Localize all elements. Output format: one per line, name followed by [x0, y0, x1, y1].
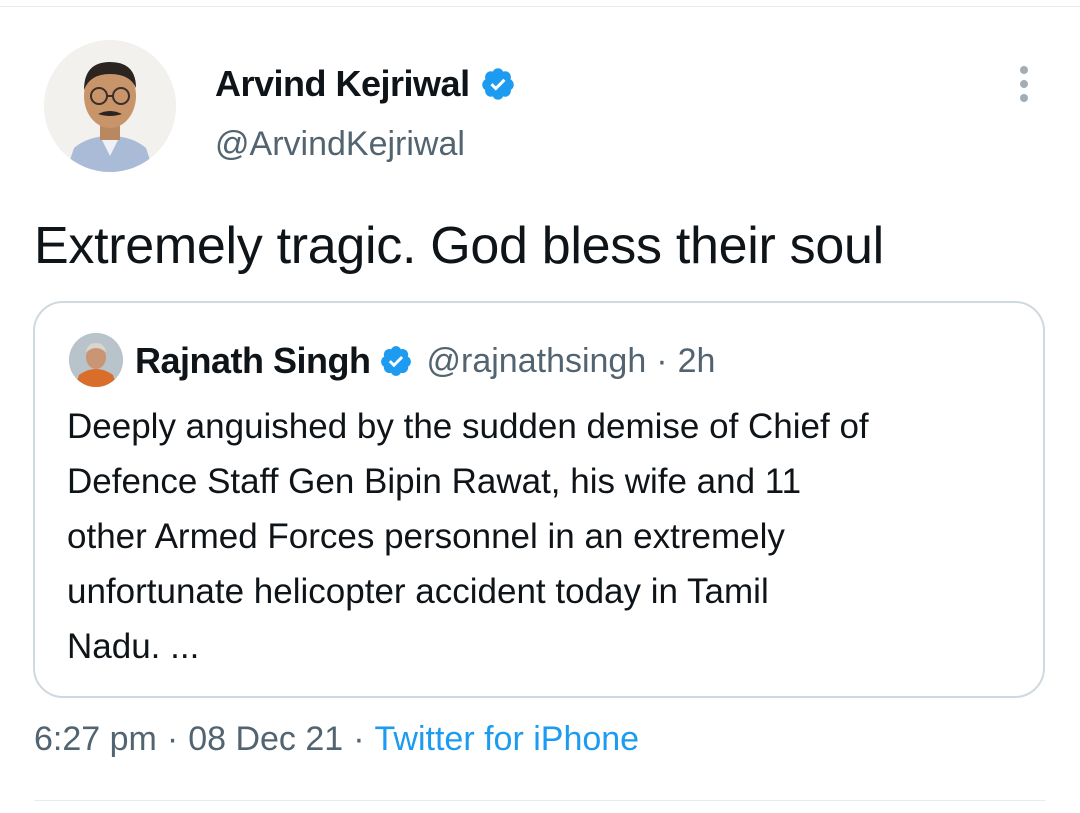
- meta-separator: ·: [166, 720, 179, 758]
- verified-badge-icon: [481, 68, 514, 100]
- bottom-divider: [34, 800, 1046, 801]
- author-display-name[interactable]: Arvind Kejriwal: [215, 63, 516, 105]
- quoted-author-avatar[interactable]: [69, 333, 123, 387]
- profile-photo-icon: [44, 40, 176, 172]
- quoted-tweet-card[interactable]: Rajnath Singh @rajnathsingh · 2h Deeply …: [33, 301, 1045, 698]
- quoted-tweet-text: Deeply anguished by the sudden demise of…: [67, 407, 869, 666]
- verified-badge-icon: [380, 346, 411, 376]
- tweet-meta: 6:27 pm · 08 Dec 21 · Twitter for iPhone: [34, 720, 639, 759]
- quoted-tweet-header: Rajnath Singh @rajnathsingh · 2h: [135, 339, 715, 383]
- quoted-author-name[interactable]: Rajnath Singh: [135, 340, 371, 382]
- quoted-author-handle[interactable]: @rajnathsingh: [427, 342, 647, 381]
- quoted-timestamp[interactable]: 2h: [678, 342, 716, 381]
- quoted-separator: ·: [656, 341, 668, 380]
- tweet-text: Extremely tragic. God bless their soul: [34, 217, 884, 275]
- author-avatar[interactable]: [44, 40, 176, 172]
- meta-separator: ·: [353, 720, 365, 758]
- more-vertical-icon: [1020, 66, 1028, 102]
- author-handle[interactable]: @ArvindKejriwal: [215, 125, 465, 164]
- more-options-button[interactable]: [1008, 64, 1040, 104]
- tweet-date[interactable]: 08 Dec 21: [188, 720, 343, 759]
- profile-photo-icon: [69, 333, 123, 387]
- author-name-text: Arvind Kejriwal: [215, 63, 470, 104]
- tweet-time[interactable]: 6:27 pm: [34, 720, 157, 759]
- top-divider: [0, 6, 1080, 7]
- tweet-source-link[interactable]: Twitter for iPhone: [375, 720, 640, 759]
